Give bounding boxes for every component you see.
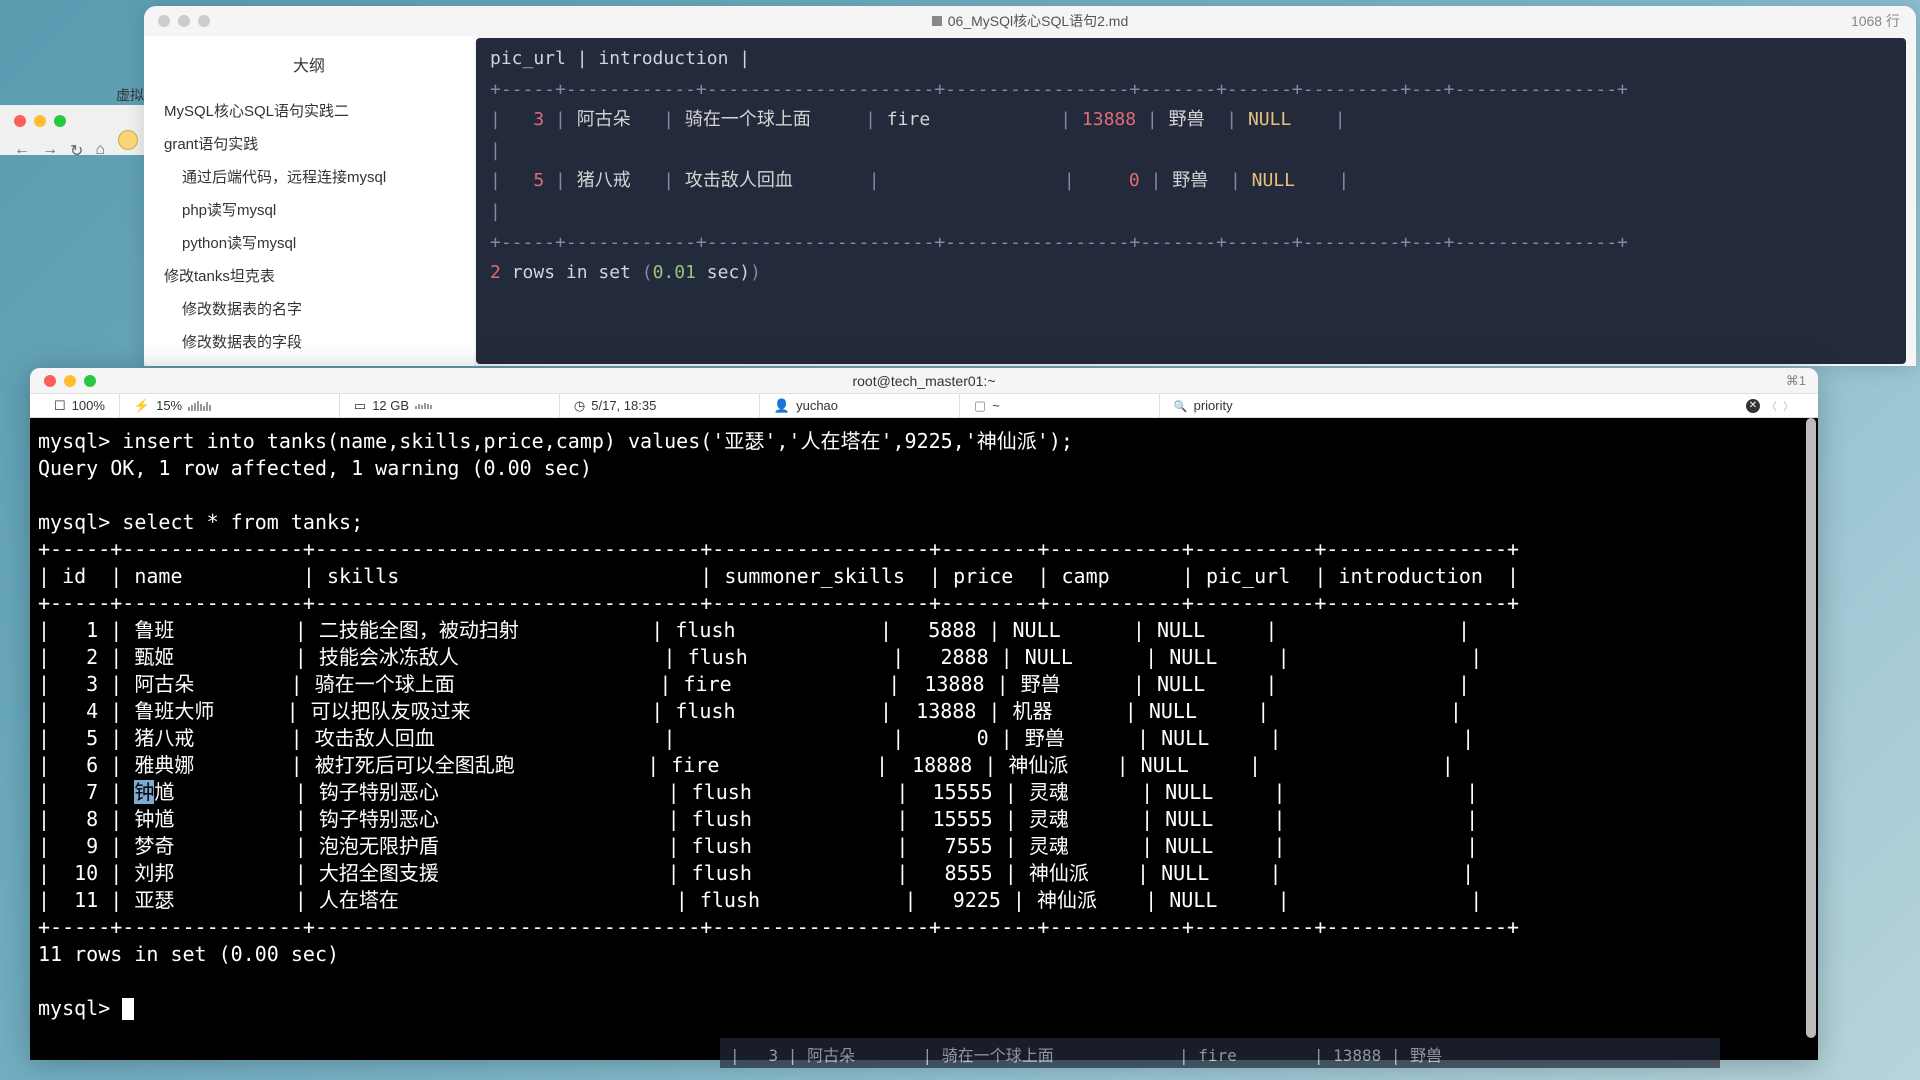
snail-icon	[118, 130, 138, 150]
cpu-bars-icon	[188, 401, 211, 411]
mem-icon: ▭	[354, 398, 366, 414]
search-text: priority	[1194, 398, 1233, 413]
minimize-icon[interactable]	[178, 15, 190, 27]
editor-title-text: 06_MySQl核心SQL语句2.md	[948, 11, 1129, 31]
folder-icon	[974, 398, 986, 414]
zoom-value: 100%	[72, 398, 105, 413]
terminal-traffic-lights	[44, 375, 96, 387]
scrollbar-thumb[interactable]	[1806, 418, 1816, 1038]
terminal-shortcut: ⌘1	[1786, 373, 1806, 389]
status-mem: ▭ 12 GB	[340, 394, 560, 417]
forward-icon[interactable]: →	[42, 141, 58, 161]
outline-item[interactable]: php读写mysql	[144, 193, 474, 226]
status-user[interactable]: 👤 yuchao	[760, 394, 960, 417]
folder-path: ~	[992, 398, 1000, 413]
mem-value: 12 GB	[372, 398, 409, 413]
cursor	[122, 998, 134, 1020]
minimize-icon[interactable]	[64, 375, 76, 387]
maximize-icon[interactable]	[54, 115, 66, 127]
chevron-right-icon[interactable]: 〉	[1783, 398, 1794, 414]
outline-item[interactable]: 修改数据表的名字	[144, 292, 474, 325]
scrollbar[interactable]	[1806, 418, 1816, 1060]
terminal-title: root@tech_master01:~	[42, 373, 1806, 389]
terminal-statusbar: ☐ 100% ⚡ 15% ▭ 12 GB ◷ 5/17, 18:35 👤 yuc…	[30, 394, 1818, 418]
vm-label: 虚拟	[116, 85, 144, 105]
back-icon[interactable]: ←	[14, 141, 30, 161]
chevron-left-icon[interactable]: 〈	[1766, 398, 1777, 414]
zoom-icon: ☐	[54, 398, 66, 414]
outline-item[interactable]: MySQL核心SQL语句实践二	[144, 94, 474, 127]
outline-item[interactable]: grant语句实践	[144, 127, 474, 160]
search-icon	[1174, 398, 1188, 413]
outline-item[interactable]: python读写mysql	[144, 226, 474, 259]
terminal-body[interactable]: mysql> insert into tanks(name,skills,pri…	[30, 418, 1818, 1060]
maximize-icon[interactable]	[198, 15, 210, 27]
status-folder[interactable]: ~	[960, 394, 1160, 417]
clear-search-icon[interactable]: ✕	[1746, 399, 1760, 413]
home-icon[interactable]: ⌂	[95, 141, 105, 161]
ghost-terminal-row: | 3 | 阿古朵 | 骑在一个球上面 | fire | 13888 | 野兽	[720, 1038, 1720, 1068]
user-icon: 👤	[774, 398, 790, 414]
outline-item[interactable]: 通过后端代码，远程连接mysql	[144, 160, 474, 193]
datetime-value: 5/17, 18:35	[591, 398, 656, 413]
editor-body: 大纲 MySQL核心SQL语句实践二grant语句实践通过后端代码，远程连接my…	[144, 36, 1916, 366]
editor-titlebar: 06_MySQl核心SQL语句2.md 1068 行	[144, 6, 1916, 36]
close-icon[interactable]	[14, 115, 26, 127]
outline-item[interactable]: 添加字段	[144, 358, 474, 366]
mem-bars-icon	[415, 403, 432, 409]
cpu-pct: 15%	[156, 398, 182, 413]
terminal-window: root@tech_master01:~ ⌘1 ☐ 100% ⚡ 15% ▭ 1…	[30, 368, 1818, 1060]
editor-window: 06_MySQl核心SQL语句2.md 1068 行 大纲 MySQL核心SQL…	[144, 6, 1916, 366]
bolt-icon: ⚡	[134, 398, 150, 414]
clock-icon: ◷	[574, 398, 585, 414]
outline-list: MySQL核心SQL语句实践二grant语句实践通过后端代码，远程连接mysql…	[144, 94, 474, 366]
close-icon[interactable]	[44, 375, 56, 387]
status-datetime: ◷ 5/17, 18:35	[560, 394, 760, 417]
reload-icon[interactable]: ↻	[70, 141, 83, 161]
outline-item[interactable]: 修改数据表的字段	[144, 325, 474, 358]
close-icon[interactable]	[158, 15, 170, 27]
status-search[interactable]: priority ✕ 〈 〉	[1160, 394, 1808, 417]
outline-title: 大纲	[144, 52, 474, 76]
code-preview: pic_url | introduction | +-----+--------…	[476, 38, 1906, 364]
user-name: yuchao	[796, 398, 838, 413]
outline-panel: 大纲 MySQL核心SQL语句实践二grant语句实践通过后端代码，远程连接my…	[144, 36, 474, 366]
status-cpu: ⚡ 15%	[120, 394, 340, 417]
status-zoom[interactable]: ☐ 100%	[40, 394, 120, 417]
terminal-titlebar: root@tech_master01:~ ⌘1	[30, 368, 1818, 394]
editor-title: 06_MySQl核心SQL语句2.md	[158, 11, 1902, 31]
outline-item[interactable]: 修改tanks坦克表	[144, 259, 474, 292]
editor-lines-count: 1068 行	[1851, 11, 1900, 31]
minimize-icon[interactable]	[34, 115, 46, 127]
maximize-icon[interactable]	[84, 375, 96, 387]
editor-traffic-lights	[158, 15, 210, 27]
file-icon	[932, 16, 942, 26]
